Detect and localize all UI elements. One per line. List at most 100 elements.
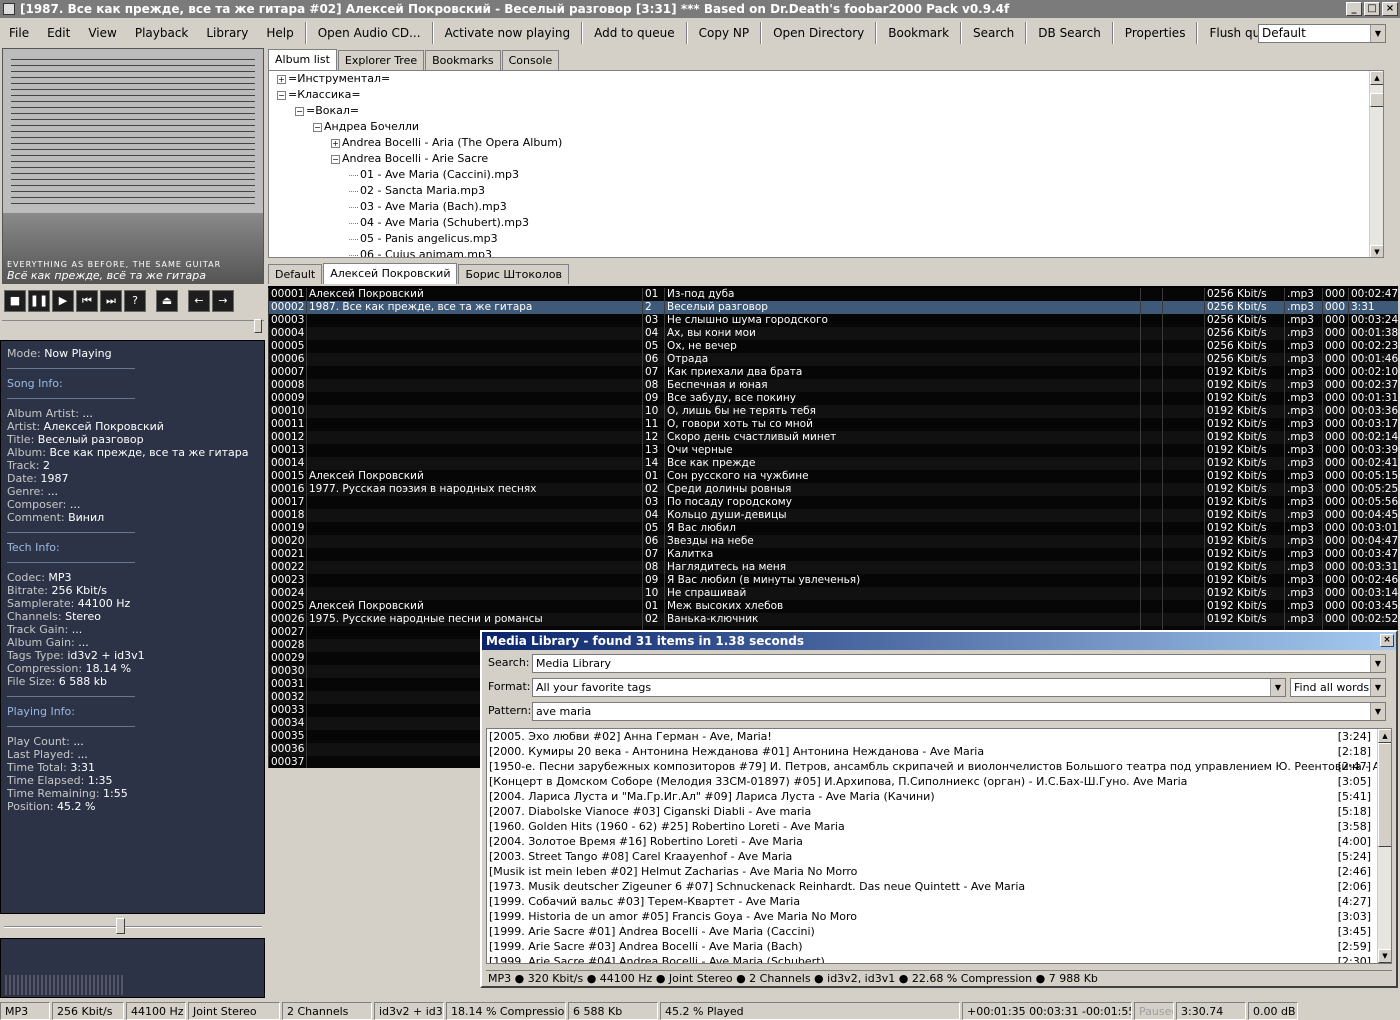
format-select[interactable]: All your favorite tags ▼ [532, 678, 1286, 697]
menu-playback[interactable]: Playback [126, 22, 198, 44]
expand-icon[interactable]: + [331, 138, 340, 148]
tree-item[interactable]: 06 - Cujus animam.mp3 [269, 247, 1383, 257]
playlist-row[interactable]: 00025 Алексей Покровский 01 Меж высоких хле… [268, 600, 1398, 613]
tree-item[interactable]: − Andrea Bocelli - Arie Sacre [269, 151, 1383, 167]
toolbar-button-7[interactable]: DB Search [1029, 22, 1110, 44]
playlist-tab[interactable]: Default [268, 264, 323, 284]
result-row[interactable]: [1999. Arie Sacre #04] Andrea Bocelli - … [487, 954, 1391, 963]
playlist-row[interactable]: 00004 04 Ах, вы кони мои 0256 Kbit/s .mp3 000… [268, 327, 1398, 340]
pause-icon[interactable]: ❚❚ [28, 290, 50, 312]
scroll-down-icon[interactable]: ▼ [1378, 949, 1391, 963]
match-mode-select[interactable]: Find all words ▼ [1290, 678, 1386, 697]
results-scrollbar[interactable]: ▲ ▼ [1377, 729, 1391, 963]
toolbar-button-8[interactable]: Properties [1116, 22, 1195, 44]
playlist-row[interactable]: 00012 12 Скоро день счастливый минет 0192 K… [268, 431, 1398, 444]
menu-file[interactable]: File [0, 22, 38, 44]
scroll-thumb[interactable] [1370, 93, 1383, 107]
playlist-row[interactable]: 00023 09 Я Вас любил (в минуты увлеченья) 0… [268, 574, 1398, 587]
result-row[interactable]: [1960. Golden Hits (1960 - 62) #25] Robe… [487, 819, 1391, 834]
playlist-row[interactable]: 00020 06 Звезды на небе 0192 Kbit/s .mp3 000 0… [268, 535, 1398, 548]
tree-scrollbar[interactable]: ▲ ▼ [1369, 71, 1383, 257]
seek-handle[interactable] [254, 319, 262, 333]
playlist-row[interactable]: 00026 1975. Русские народные песни и рома… [268, 613, 1398, 626]
result-row[interactable]: [2004. Лариса Луста и "Ма.Гр.Иг.Ал" #09]… [487, 789, 1391, 804]
menu-view[interactable]: View [79, 22, 125, 44]
chevron-down-icon[interactable]: ▼ [1370, 703, 1385, 720]
scroll-thumb[interactable] [1378, 743, 1391, 847]
tree-item[interactable]: 04 - Ave Maria (Schubert).mp3 [269, 215, 1383, 231]
search-source-select[interactable]: Media Library ▼ [532, 654, 1386, 673]
toolbar-button-3[interactable]: Copy NP [690, 22, 758, 44]
toolbar-button-1[interactable]: Activate now playing [436, 22, 580, 44]
tree-item[interactable]: − =Вокал= [269, 103, 1383, 119]
result-row[interactable]: [1973. Musik deutscher Zigeuner 6 #07] S… [487, 879, 1391, 894]
tree-item[interactable]: − =Классика= [269, 87, 1383, 103]
tree-item[interactable]: 02 - Sancta Maria.mp3 [269, 183, 1383, 199]
tree-item[interactable]: 01 - Ave Maria (Caccini).mp3 [269, 167, 1383, 183]
collapse-icon[interactable]: − [313, 122, 322, 132]
menu-help[interactable]: Help [257, 22, 302, 44]
playlist-row[interactable]: 00001 Алексей Покровский 01 Из-под дуба 0256… [268, 288, 1398, 301]
chevron-down-icon[interactable]: ▼ [1370, 655, 1385, 672]
playlist-row[interactable]: 00003 03 Не слышно шума городского 0256 Kbi… [268, 314, 1398, 327]
playlist-row[interactable]: 00013 13 Очи черные 0192 Kbit/s .mp3 000 00:03… [268, 444, 1398, 457]
result-row[interactable]: [1950-е. Песни зарубежных композиторов #… [487, 759, 1391, 774]
stop-icon[interactable]: ■ [4, 290, 26, 312]
result-row[interactable]: [2003. Street Tango #08] Carel Kraayenho… [487, 849, 1391, 864]
expand-icon[interactable]: + [277, 74, 286, 84]
forward-icon[interactable]: → [212, 290, 234, 312]
volume-handle[interactable] [116, 918, 125, 934]
play-icon[interactable]: ▶ [52, 290, 74, 312]
collapse-icon[interactable]: − [331, 154, 340, 164]
tree-item[interactable]: − Андреа Бочелли [269, 119, 1383, 135]
result-row[interactable]: [Концерт в Домском Соборе (Мелодия 33СМ-… [487, 774, 1391, 789]
tab-bookmarks[interactable]: Bookmarks [425, 50, 501, 70]
result-row[interactable]: [2000. Кумиры 20 века - Антонина Неждано… [487, 744, 1391, 759]
result-row[interactable]: [1999. Arie Sacre #03] Andrea Bocelli - … [487, 939, 1391, 954]
result-row[interactable]: [2007. Diabolske Vianoce #03] Ciganski D… [487, 804, 1391, 819]
scroll-down-icon[interactable]: ▼ [1370, 245, 1383, 257]
next-icon[interactable]: ⏭ [100, 290, 122, 312]
playlist-row[interactable]: 00010 10 О, лишь бы не терять тебя 0192 Kbi… [268, 405, 1398, 418]
playlist-row[interactable]: 00009 09 Все забуду, все покину 0192 Kbit/s… [268, 392, 1398, 405]
tab-album-list[interactable]: Album list [268, 49, 337, 70]
playlist-row[interactable]: 00006 06 Отрада 0256 Kbit/s .mp3 000 00:01:46 [268, 353, 1398, 366]
result-row[interactable]: [Musik ist mein leben #02] Helmut Zachar… [487, 864, 1391, 879]
maximize-icon[interactable]: □ [1364, 2, 1380, 16]
random-icon[interactable]: ? [124, 290, 146, 312]
seek-bar[interactable] [2, 319, 264, 334]
tree-item[interactable]: + Andrea Bocelli - Aria (The Opera Album) [269, 135, 1383, 151]
back-icon[interactable]: ← [188, 290, 210, 312]
playlist-row[interactable]: 00015 Алексей Покровский 01 Сон русского на… [268, 470, 1398, 483]
tree-item[interactable]: 03 - Ave Maria (Bach).mp3 [269, 199, 1383, 215]
previous-icon[interactable]: ⏮ [76, 290, 98, 312]
toolbar-button-2[interactable]: Add to queue [585, 22, 684, 44]
playlist-row[interactable]: 00017 03 По посаду городскому 0192 Kbit/s .m… [268, 496, 1398, 509]
scroll-up-icon[interactable]: ▲ [1378, 729, 1391, 743]
playlist-row[interactable]: 00021 07 Калитка 0192 Kbit/s .mp3 000 00:03:47 [268, 548, 1398, 561]
toolbar-button-4[interactable]: Open Directory [764, 22, 873, 44]
playlist-row[interactable]: 00008 08 Беспечная и юная 0192 Kbit/s .mp3 00… [268, 379, 1398, 392]
close-icon[interactable]: × [1380, 634, 1394, 647]
toolbar-button-0[interactable]: Open Audio CD... [309, 22, 430, 44]
result-row[interactable]: [1999. Собачий вальс #03] Терем-Квартет … [487, 894, 1391, 909]
playlist-row[interactable]: 00024 10 Не спрашивай 0192 Kbit/s .mp3 000 00:… [268, 587, 1398, 600]
result-row[interactable]: [2004. Золотое Время #16] Robertino Lore… [487, 834, 1391, 849]
result-row[interactable]: [1999. Historia de un amor #05] Francis … [487, 909, 1391, 924]
tree-item[interactable]: 05 - Panis angelicus.mp3 [269, 231, 1383, 247]
chevron-down-icon[interactable]: ▼ [1270, 679, 1285, 696]
tab-console[interactable]: Console [501, 50, 560, 70]
collapse-icon[interactable]: − [295, 106, 304, 116]
close-icon[interactable]: × [1382, 2, 1398, 16]
playlist-row[interactable]: 00018 04 Кольцо души-девицы 0192 Kbit/s .mp3… [268, 509, 1398, 522]
tree-item[interactable]: + =Инструментал= [269, 71, 1383, 87]
preset-select[interactable]: Default ▼ [1258, 24, 1386, 43]
minimize-icon[interactable]: _ [1346, 2, 1362, 16]
chevron-down-icon[interactable]: ▼ [1370, 679, 1385, 696]
chevron-down-icon[interactable]: ▼ [1370, 25, 1385, 42]
playlist-row[interactable]: 00016 1977. Русская поэзия в народных пес… [268, 483, 1398, 496]
result-row[interactable]: [1999. Arie Sacre #01] Andrea Bocelli - … [487, 924, 1391, 939]
pattern-input[interactable]: ave maria ▼ [532, 702, 1386, 721]
collapse-icon[interactable]: − [277, 90, 286, 100]
volume-slider[interactable] [2, 918, 264, 934]
